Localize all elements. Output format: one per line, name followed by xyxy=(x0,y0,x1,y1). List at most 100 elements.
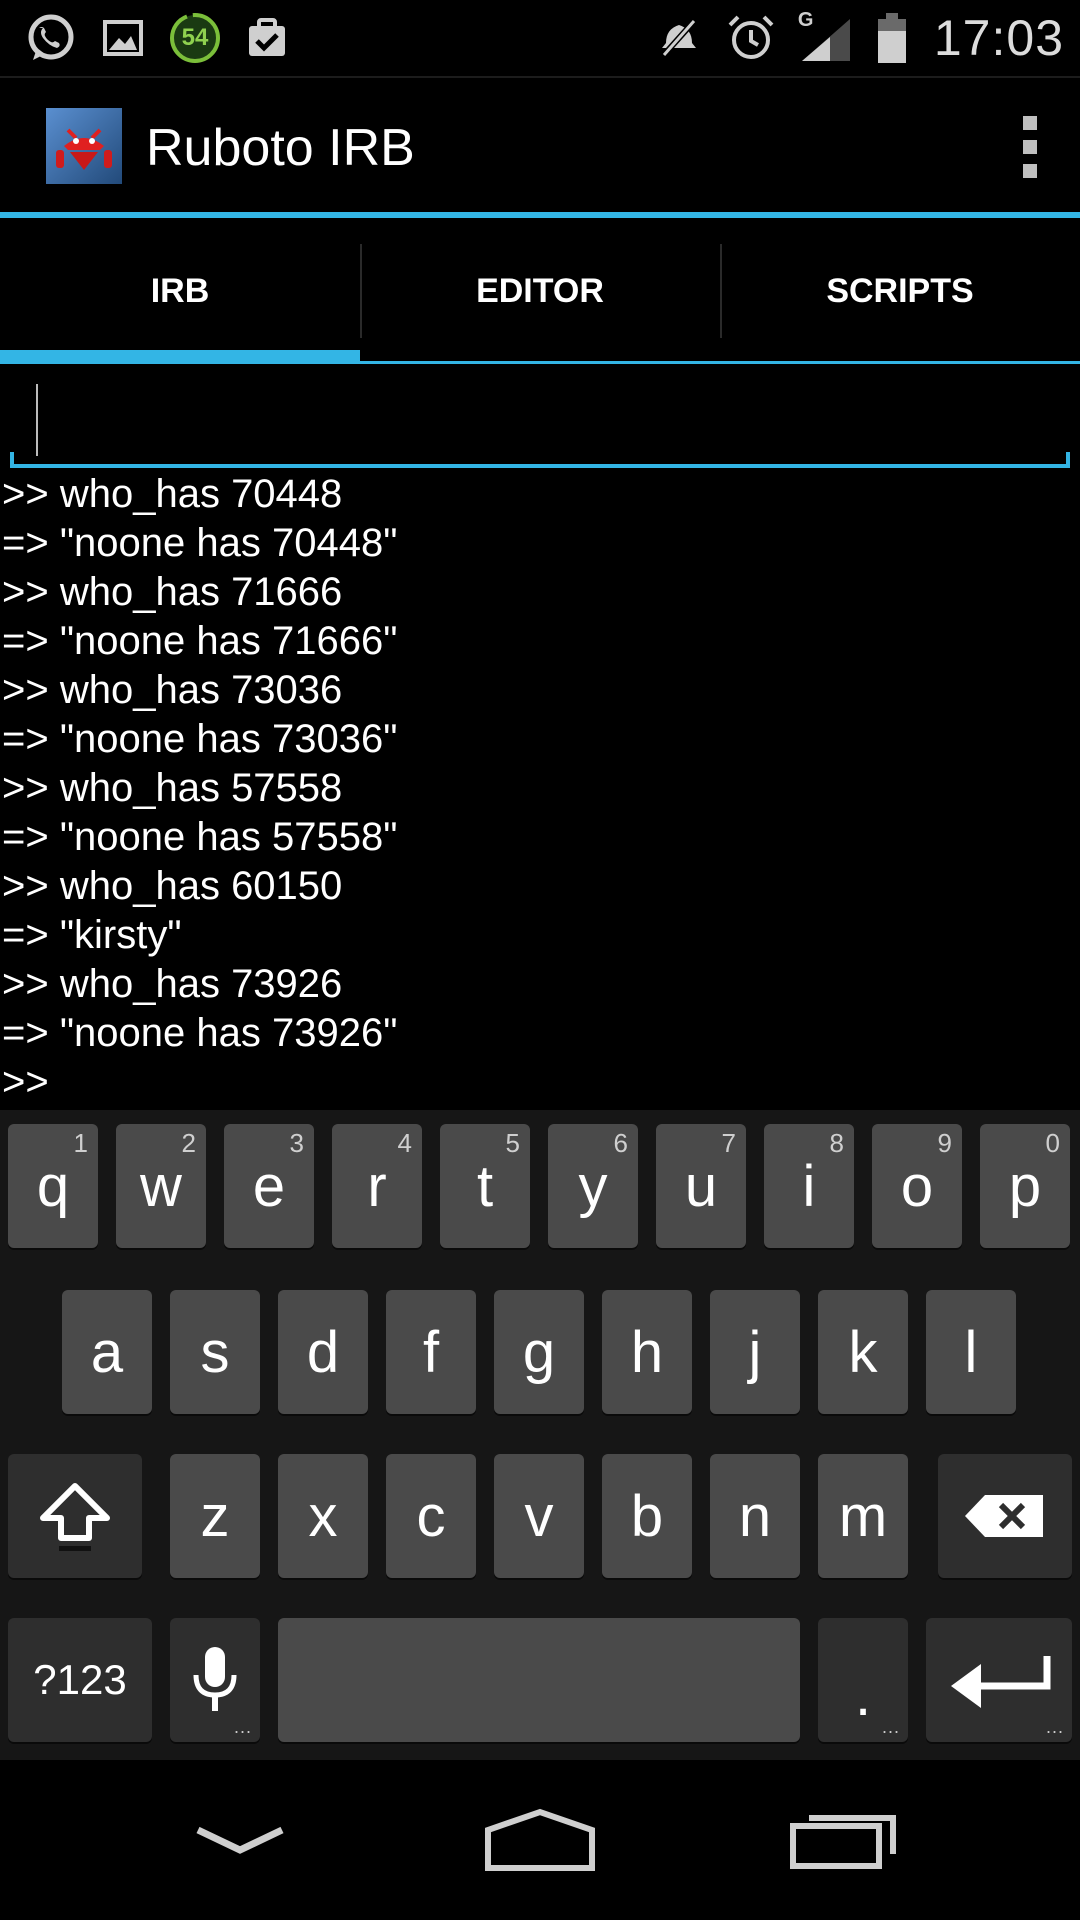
key-label: c xyxy=(416,1483,446,1549)
enter-key[interactable]: ... xyxy=(926,1618,1072,1742)
console-line: >> who_has 60150 xyxy=(2,864,343,908)
symbols-key[interactable]: ?123 xyxy=(8,1618,152,1742)
key-label: q xyxy=(36,1153,70,1219)
key-label: a xyxy=(90,1319,124,1385)
battery-icon xyxy=(874,11,910,65)
key-label: g xyxy=(522,1319,556,1385)
space-key[interactable] xyxy=(278,1618,800,1742)
status-bar: 54 G 17:03 xyxy=(0,0,1080,78)
key-g[interactable]: g xyxy=(494,1290,584,1414)
key-c[interactable]: c xyxy=(386,1454,476,1578)
system-icons: G 17:03 xyxy=(652,6,1064,70)
key-label: u xyxy=(684,1153,718,1219)
key-e[interactable]: e3 xyxy=(224,1124,314,1248)
key-y[interactable]: y6 xyxy=(548,1124,638,1248)
key-label: s xyxy=(200,1319,230,1385)
mute-icon xyxy=(652,11,706,65)
key-label: w xyxy=(140,1153,182,1219)
key-j[interactable]: j xyxy=(710,1290,800,1414)
key-hint: 6 xyxy=(613,1128,628,1158)
home-icon xyxy=(485,1808,595,1871)
key-label: p xyxy=(1008,1153,1042,1219)
notification-icons: 54 xyxy=(24,10,294,66)
key-label: i xyxy=(802,1153,816,1219)
key-o[interactable]: o9 xyxy=(872,1124,962,1248)
action-bar: Ruboto IRB xyxy=(0,78,1080,214)
tab-indicator xyxy=(0,350,360,364)
key-f[interactable]: f xyxy=(386,1290,476,1414)
key-i[interactable]: i8 xyxy=(764,1124,854,1248)
tab-indicator xyxy=(720,361,1080,364)
key-a[interactable]: a xyxy=(62,1290,152,1414)
key-t[interactable]: t5 xyxy=(440,1124,530,1248)
key-hint: 4 xyxy=(397,1128,412,1158)
console-output: >> who_has 70448 => "noone has 70448" >>… xyxy=(0,470,1080,1110)
tab-editor[interactable]: EDITOR xyxy=(360,218,720,364)
command-input[interactable] xyxy=(10,370,1070,470)
alarm-icon xyxy=(724,11,778,65)
key-hint: 3 xyxy=(289,1128,304,1158)
key-u[interactable]: u7 xyxy=(656,1124,746,1248)
enter-icon xyxy=(951,1656,1051,1708)
microphone-icon xyxy=(193,1647,237,1711)
tab-scripts[interactable]: SCRIPTS xyxy=(720,218,1080,364)
key-hint: 7 xyxy=(721,1128,736,1158)
backspace-icon xyxy=(965,1495,1043,1537)
key-label: r xyxy=(367,1153,387,1219)
key-n[interactable]: n xyxy=(710,1454,800,1578)
key-hint: 2 xyxy=(181,1128,196,1158)
key-label: f xyxy=(422,1319,440,1385)
console-line: => "noone has 71666" xyxy=(2,619,398,663)
key-z[interactable]: z xyxy=(170,1454,260,1578)
key-label: ?123 xyxy=(33,1656,127,1703)
recent-apps-icon xyxy=(790,1815,896,1869)
key-q[interactable]: q1 xyxy=(8,1124,98,1248)
key-hint: 9 xyxy=(937,1128,952,1158)
clock: 17:03 xyxy=(933,10,1064,66)
key-l[interactable]: l xyxy=(926,1290,1016,1414)
key-w[interactable]: w2 xyxy=(116,1124,206,1248)
key-p[interactable]: p0 xyxy=(980,1124,1070,1248)
console-line: => "noone has 73036" xyxy=(2,717,398,761)
key-k[interactable]: k xyxy=(818,1290,908,1414)
period-key[interactable]: . ... xyxy=(818,1618,908,1742)
recent-apps-button[interactable] xyxy=(774,1760,914,1920)
key-label: h xyxy=(630,1319,664,1385)
network-type-label: G xyxy=(797,9,814,31)
whatsapp-icon xyxy=(24,11,78,65)
shift-key[interactable] xyxy=(8,1454,142,1578)
key-label: j xyxy=(748,1319,762,1385)
key-h[interactable]: h xyxy=(602,1290,692,1414)
key-label: z xyxy=(200,1483,230,1549)
more-indicator: ... xyxy=(881,1717,900,1737)
key-hint: 5 xyxy=(505,1128,520,1158)
signal-icon: G xyxy=(796,9,856,65)
overflow-menu-icon[interactable] xyxy=(1016,116,1044,178)
key-label: v xyxy=(524,1483,554,1549)
key-r[interactable]: r4 xyxy=(332,1124,422,1248)
key-label: m xyxy=(838,1483,888,1549)
home-button[interactable] xyxy=(470,1760,610,1920)
key-label: y xyxy=(578,1153,608,1219)
key-label: t xyxy=(476,1153,494,1219)
console-line: >> who_has 73036 xyxy=(2,668,343,712)
back-button[interactable] xyxy=(170,1760,310,1920)
key-s[interactable]: s xyxy=(170,1290,260,1414)
key-d[interactable]: d xyxy=(278,1290,368,1414)
tab-irb[interactable]: IRB xyxy=(0,218,360,364)
key-b[interactable]: b xyxy=(602,1454,692,1578)
key-label: . xyxy=(854,1662,872,1728)
key-hint: 0 xyxy=(1045,1128,1060,1158)
tab-indicator xyxy=(360,361,720,364)
key-v[interactable]: v xyxy=(494,1454,584,1578)
more-indicator: ... xyxy=(233,1717,252,1737)
console-line: >> who_has 71666 xyxy=(2,570,343,614)
console-line: >> xyxy=(2,1060,49,1104)
key-m[interactable]: m xyxy=(818,1454,908,1578)
backspace-key[interactable] xyxy=(938,1454,1072,1578)
back-icon xyxy=(196,1826,284,1854)
key-label: k xyxy=(848,1319,878,1385)
console-line: >> who_has 73926 xyxy=(2,962,343,1006)
key-x[interactable]: x xyxy=(278,1454,368,1578)
voice-input-key[interactable]: ... xyxy=(170,1618,260,1742)
